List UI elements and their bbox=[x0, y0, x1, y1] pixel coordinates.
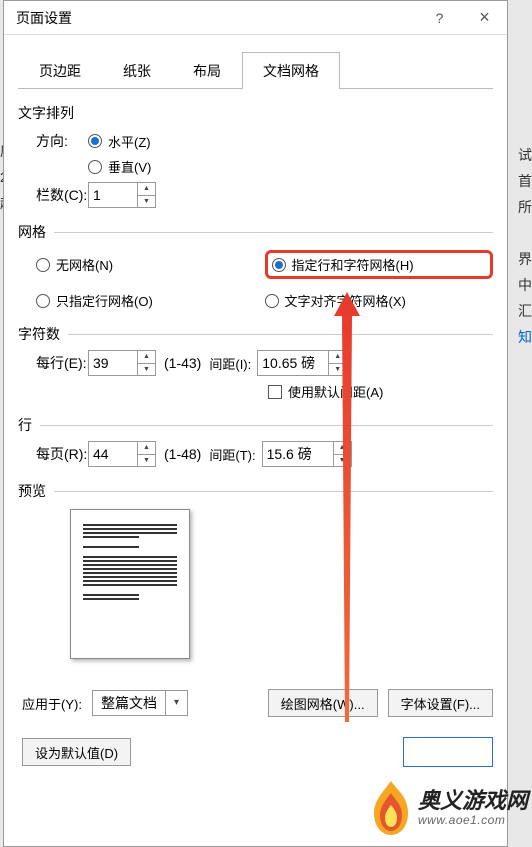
chars-group-label: 字符数 bbox=[18, 324, 60, 344]
spin-up-icon[interactable]: ▲ bbox=[329, 351, 346, 364]
apply-to-select[interactable]: 整篇文档 ▾ bbox=[92, 690, 188, 716]
tab-paper[interactable]: 纸张 bbox=[102, 52, 172, 89]
highlight-annotation: 指定行和字符网格(H) bbox=[265, 250, 494, 279]
lines-group-label: 行 bbox=[18, 415, 32, 435]
radio-icon bbox=[88, 160, 102, 174]
radio-icon bbox=[88, 134, 102, 148]
per-page-spinner[interactable]: ▲▼ bbox=[88, 441, 156, 467]
titlebar: 页面设置 ? × bbox=[4, 1, 507, 35]
line-spacing-input[interactable] bbox=[263, 442, 333, 466]
line-spacing-spinner[interactable]: ▲▼ bbox=[262, 441, 352, 467]
tab-bar: 页边距 纸张 布局 文档网格 bbox=[18, 51, 493, 89]
radio-icon bbox=[36, 294, 50, 308]
char-spacing-input[interactable] bbox=[258, 351, 328, 375]
font-settings-button[interactable]: 字体设置(F)... bbox=[388, 689, 493, 717]
columns-spinner[interactable]: ▲▼ bbox=[88, 182, 156, 208]
spin-down-icon[interactable]: ▼ bbox=[334, 455, 351, 467]
tab-margins[interactable]: 页边距 bbox=[18, 52, 102, 89]
char-spacing-label: 间距(I): bbox=[209, 354, 251, 373]
radio-no-grid[interactable]: 无网格(N) bbox=[36, 250, 257, 279]
char-spacing-spinner[interactable]: ▲▼ bbox=[257, 350, 347, 376]
flame-icon bbox=[368, 779, 414, 837]
spin-up-icon[interactable]: ▲ bbox=[138, 351, 155, 364]
text-direction-group-label: 文字排列 bbox=[18, 103, 493, 123]
set-default-button[interactable]: 设为默认值(D) bbox=[22, 738, 131, 766]
per-page-range: (1-48) bbox=[164, 446, 201, 462]
direction-label: 方向: bbox=[18, 131, 88, 151]
page-setup-dialog: 页面设置 ? × 页边距 纸张 布局 文档网格 文字排列 方向: 水平(Z) 垂… bbox=[3, 0, 508, 847]
per-page-input[interactable] bbox=[89, 442, 137, 466]
window-title: 页面设置 bbox=[16, 8, 417, 28]
spin-up-icon[interactable]: ▲ bbox=[334, 442, 351, 455]
draw-grid-button[interactable]: 绘图网格(W)... bbox=[268, 689, 378, 717]
ok-button[interactable] bbox=[403, 737, 493, 767]
spin-down-icon[interactable]: ▼ bbox=[138, 455, 155, 467]
radio-line-char-grid[interactable]: 指定行和字符网格(H) bbox=[272, 255, 414, 274]
per-line-range: (1-43) bbox=[164, 355, 201, 371]
watermark-site-name: 奥义游戏网 bbox=[418, 789, 528, 813]
per-line-label: 每行(E): bbox=[18, 353, 88, 373]
close-button[interactable]: × bbox=[462, 1, 507, 35]
per-line-spinner[interactable]: ▲▼ bbox=[88, 350, 156, 376]
checkbox-icon bbox=[268, 385, 282, 399]
chevron-down-icon: ▾ bbox=[165, 691, 187, 715]
spin-up-icon[interactable]: ▲ bbox=[138, 183, 155, 196]
radio-horizontal[interactable]: 水平(Z) bbox=[88, 132, 151, 151]
preview-group-label: 预览 bbox=[18, 481, 46, 501]
radio-vertical[interactable]: 垂直(V) bbox=[88, 157, 151, 176]
radio-line-only-grid[interactable]: 只指定行网格(O) bbox=[36, 291, 257, 310]
columns-input[interactable] bbox=[89, 183, 137, 207]
background-text-right: 试首所 界中汇 知 bbox=[518, 142, 532, 350]
per-line-input[interactable] bbox=[89, 351, 137, 375]
spin-down-icon[interactable]: ▼ bbox=[138, 196, 155, 208]
tab-layout[interactable]: 布局 bbox=[172, 52, 242, 89]
spin-down-icon[interactable]: ▼ bbox=[138, 364, 155, 376]
preview-page bbox=[70, 509, 190, 659]
radio-icon bbox=[36, 258, 50, 272]
columns-label: 栏数(C): bbox=[18, 185, 88, 205]
apply-to-label: 应用于(Y): bbox=[22, 694, 82, 713]
default-spacing-checkbox[interactable]: 使用默认间距(A) bbox=[268, 382, 383, 401]
spin-up-icon[interactable]: ▲ bbox=[138, 442, 155, 455]
radio-align-char-grid[interactable]: 文字对齐字符网格(X) bbox=[265, 291, 486, 310]
line-spacing-label: 间距(T): bbox=[209, 445, 255, 464]
per-page-label: 每页(R): bbox=[18, 444, 88, 464]
radio-icon bbox=[265, 294, 279, 308]
grid-group-label: 网格 bbox=[18, 222, 46, 242]
watermark-site-url: www.aoe1.com bbox=[418, 814, 528, 827]
site-watermark: 奥义游戏网 www.aoe1.com bbox=[368, 779, 528, 837]
tab-document-grid[interactable]: 文档网格 bbox=[242, 52, 340, 89]
spin-down-icon[interactable]: ▼ bbox=[329, 364, 346, 376]
help-button[interactable]: ? bbox=[417, 1, 462, 35]
radio-icon bbox=[272, 258, 286, 272]
